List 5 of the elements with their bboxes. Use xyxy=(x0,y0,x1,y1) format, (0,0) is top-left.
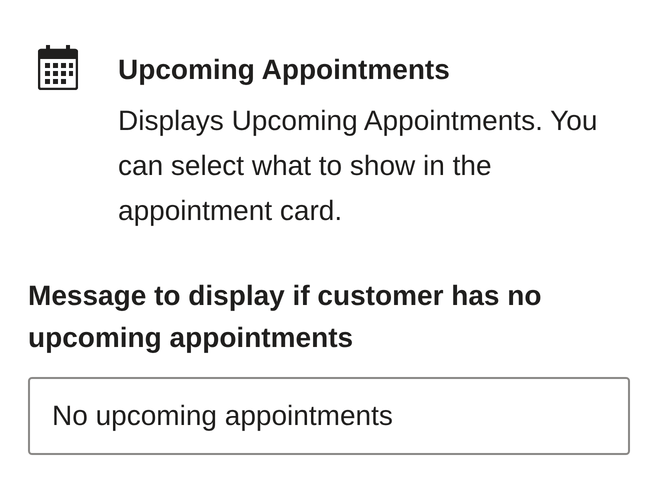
field-label: Message to display if customer has no upcoming appointments xyxy=(28,279,542,356)
message-input-field[interactable]: No upcoming appointments xyxy=(28,377,630,456)
widget-description: Displays Upcoming Appointments. You can select what to show in the appointment card. xyxy=(118,104,598,228)
widget-title: Upcoming Appointments xyxy=(118,53,451,87)
calendar-icon xyxy=(38,44,78,90)
